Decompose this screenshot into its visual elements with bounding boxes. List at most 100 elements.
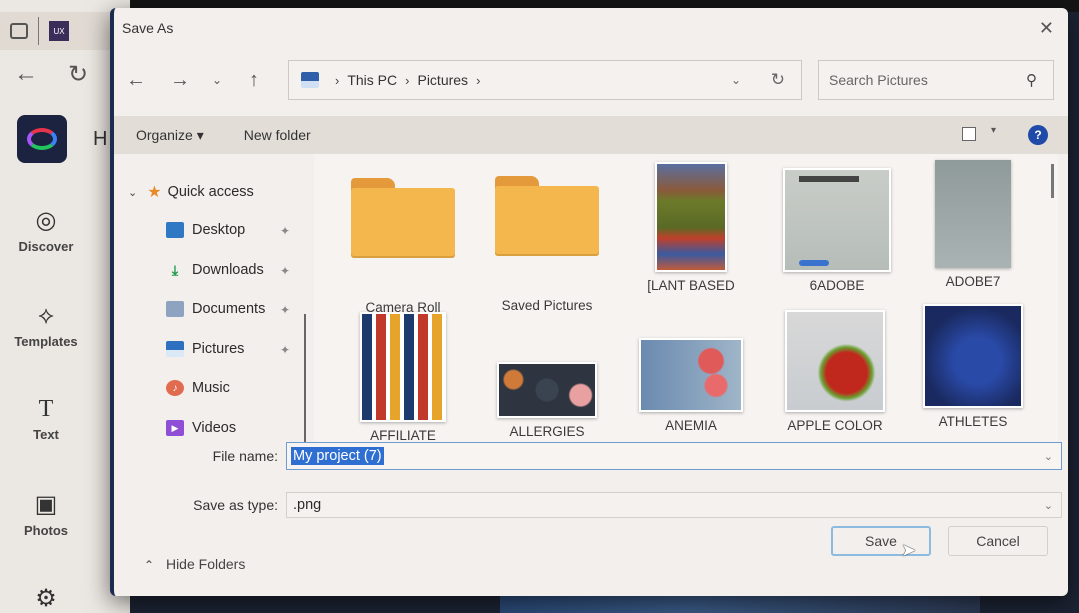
file-item[interactable]: ATHLETES [910, 304, 1036, 429]
new-folder-button[interactable]: New folder [244, 127, 311, 143]
rail-label: Discover [18, 239, 74, 254]
browser-reload-icon[interactable]: ↻ [68, 60, 88, 89]
breadcrumb-pictures[interactable]: Pictures [417, 72, 468, 88]
rail-photos[interactable]: ▣ Photos [0, 490, 92, 538]
close-icon[interactable]: ✕ [1039, 18, 1054, 39]
nav-item-pictures[interactable]: Pictures [166, 341, 244, 357]
file-name-row: File name: My project (7) ⌄ [114, 442, 1068, 472]
file-item[interactable]: ANEMIA [628, 338, 754, 433]
nav-pane-scrollbar[interactable] [304, 314, 306, 444]
file-item[interactable]: 6ADOBE [774, 168, 900, 293]
breadcrumb-separator[interactable]: › [476, 73, 480, 88]
folder-icon [351, 178, 455, 258]
pin-icon[interactable]: ✦ [280, 343, 290, 357]
file-item[interactable]: ADOBE7 [910, 160, 1036, 289]
file-name: [LANT BASED [647, 278, 735, 293]
breadcrumb-this-pc[interactable]: This PC [347, 72, 397, 88]
address-dropdown-icon[interactable]: ⌄ [731, 73, 741, 87]
file-list-scrollbar[interactable] [1051, 164, 1054, 198]
browser-back-icon[interactable]: ← [14, 60, 38, 88]
refresh-icon[interactable]: ↻ [771, 70, 785, 90]
save-as-type-select[interactable]: .png ⌄ [286, 492, 1062, 518]
rail-templates[interactable]: ⟡ Templates [0, 302, 92, 349]
forward-arrow-icon[interactable]: → [158, 69, 202, 92]
videos-icon: ▶ [166, 420, 184, 436]
pin-icon[interactable]: ✦ [280, 264, 290, 278]
nav-item-downloads[interactable]: ⤓ Downloads [166, 262, 264, 279]
navigation-pane: ⌄ ★ Quick access Desktop ✦ ⤓ Downloads ✦… [114, 154, 306, 444]
file-name-input[interactable]: My project (7) ⌄ [286, 442, 1062, 470]
file-item[interactable]: [LANT BASED [628, 162, 754, 293]
view-dropdown-icon[interactable]: ▾ [991, 125, 996, 136]
hide-folders-button[interactable]: ⌃ Hide Folders [144, 556, 245, 572]
image-thumbnail [655, 162, 727, 272]
pin-icon[interactable]: ✦ [280, 303, 290, 317]
file-name: 6ADOBE [809, 278, 865, 293]
star-icon: ★ [147, 184, 162, 201]
nav-item-documents[interactable]: Documents [166, 301, 265, 317]
search-input[interactable]: Search Pictures ⚲ [818, 60, 1054, 100]
recent-locations-chevron-icon[interactable]: ⌄ [202, 73, 232, 87]
image-thumbnail [360, 312, 446, 422]
templates-icon: ⟡ [38, 302, 54, 329]
organize-button[interactable]: Organize ▾ [136, 127, 204, 144]
pictures-location-icon [301, 72, 319, 88]
photos-icon: ▣ [34, 491, 58, 518]
file-name: AFFILIATE [370, 428, 436, 443]
image-thumbnail [923, 304, 1023, 408]
tab-favicon-icon[interactable]: UX [49, 21, 69, 41]
file-name: ANEMIA [665, 418, 717, 433]
help-icon[interactable]: ? [1028, 125, 1048, 145]
nav-item-label: Videos [192, 420, 237, 436]
hide-folders-label: Hide Folders [165, 556, 246, 572]
rail-label: Photos [23, 523, 69, 538]
file-name: ATHLETES [938, 414, 1008, 429]
nav-item-desktop[interactable]: Desktop [166, 222, 245, 238]
file-item[interactable]: Saved Pictures [484, 176, 610, 313]
file-item[interactable]: APPLE COLOR [772, 310, 898, 433]
chevron-down-icon[interactable]: ⌄ [1044, 450, 1053, 463]
nav-item-label: Downloads [192, 262, 264, 278]
save-as-type-row: Save as type: .png ⌄ [114, 492, 1068, 520]
tab-actions-icon[interactable] [10, 23, 28, 39]
desktop-icon [166, 222, 184, 238]
nav-item-label: Desktop [192, 222, 246, 238]
file-item[interactable]: ALLERGIES [484, 362, 610, 439]
pictures-icon [166, 341, 184, 357]
breadcrumb-separator: › [405, 72, 410, 88]
image-thumbnail [639, 338, 743, 412]
search-icon[interactable]: ⚲ [1026, 71, 1037, 89]
chevron-down-icon[interactable]: ⌄ [1044, 499, 1053, 512]
text-icon: T [38, 396, 54, 422]
quick-access[interactable]: ⌄ ★ Quick access [128, 182, 254, 202]
music-icon: ♪ [166, 380, 184, 396]
save-as-dialog: Save As ✕ ← → ⌄ ↑ › This PC › Pictures ›… [110, 8, 1068, 596]
expand-chevron-icon[interactable]: ⌄ [128, 186, 137, 199]
nav-item-music[interactable]: ♪ Music [166, 380, 230, 396]
nav-item-label: Music [192, 380, 230, 396]
breadcrumb-separator: › [335, 72, 340, 88]
file-name: APPLE COLOR [787, 418, 883, 433]
nav-item-videos[interactable]: ▶ Videos [166, 420, 236, 436]
rail-text[interactable]: T Text [0, 396, 92, 442]
mouse-pointer-icon: ➤ [901, 540, 917, 560]
file-name-label: File name: [212, 448, 278, 464]
file-name: ADOBE7 [945, 274, 1001, 289]
pin-icon[interactable]: ✦ [280, 224, 290, 238]
tab-separator [38, 17, 39, 45]
cancel-button[interactable]: Cancel [948, 526, 1048, 556]
logo-ring-icon [27, 128, 57, 150]
rail-discover[interactable]: ◎ Discover [0, 206, 92, 254]
folder-icon [495, 176, 599, 256]
file-item[interactable]: Camera Roll [340, 178, 466, 315]
nav-item-label: Documents [192, 301, 266, 317]
view-options-icon[interactable] [962, 127, 976, 141]
address-bar[interactable]: › This PC › Pictures › ⌄ ↻ [288, 60, 802, 100]
up-arrow-icon[interactable]: ↑ [232, 69, 276, 92]
rail-label: Text [33, 427, 59, 442]
back-arrow-icon[interactable]: ← [114, 69, 158, 92]
rail-settings[interactable]: ⚙ [0, 584, 92, 613]
command-bar: Organize ▾ New folder ▾ ? [114, 116, 1068, 154]
adobe-express-logo[interactable] [17, 115, 67, 163]
file-item[interactable]: AFFILIATE [340, 312, 466, 443]
